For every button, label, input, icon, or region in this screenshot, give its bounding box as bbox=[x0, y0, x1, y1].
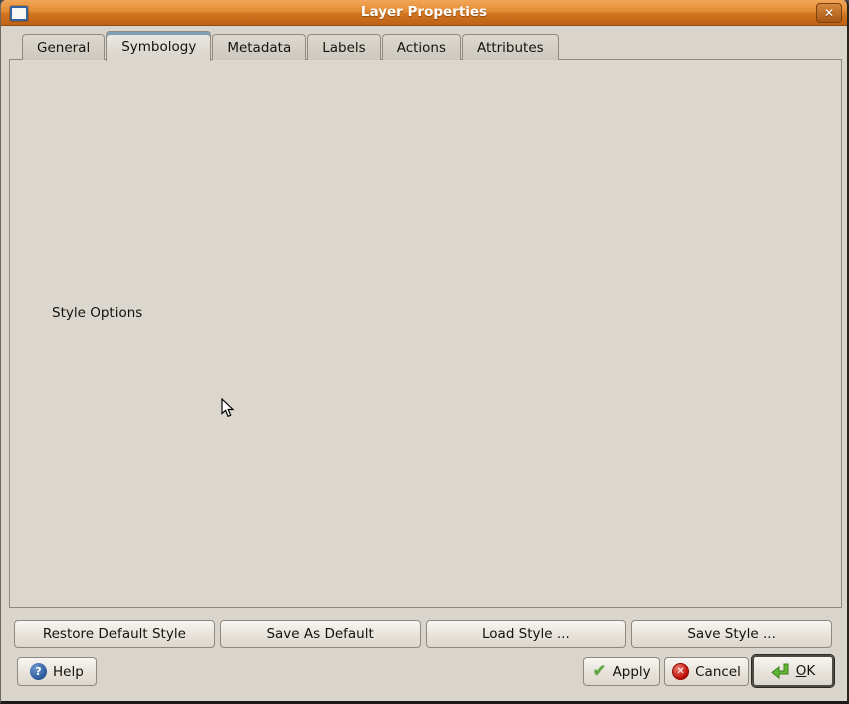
help-button-label: Help bbox=[53, 664, 84, 680]
layer-properties-dialog: Layer Properties ✕ General Symbology Met… bbox=[0, 0, 849, 704]
apply-button[interactable]: ✔ Apply bbox=[583, 657, 660, 686]
enter-arrow-icon bbox=[771, 663, 790, 679]
titlebar[interactable]: Layer Properties ✕ bbox=[1, 0, 847, 26]
check-icon: ✔ bbox=[592, 663, 606, 680]
window-title: Layer Properties bbox=[1, 0, 847, 26]
help-button[interactable]: ? Help bbox=[17, 657, 97, 686]
ok-button-label: OK bbox=[796, 663, 816, 679]
style-buttons-row: Restore Default Style Save As Default Lo… bbox=[14, 620, 832, 648]
cancel-icon: ✕ bbox=[672, 663, 689, 680]
close-icon[interactable]: ✕ bbox=[816, 3, 842, 23]
style-options-title: Style Options bbox=[47, 305, 147, 321]
tab-metadata[interactable]: Metadata bbox=[212, 34, 306, 60]
apply-button-label: Apply bbox=[613, 664, 651, 680]
ok-button[interactable]: OK bbox=[752, 655, 834, 687]
tab-actions[interactable]: Actions bbox=[382, 34, 461, 60]
mouse-cursor bbox=[221, 398, 235, 423]
load-style-button[interactable]: Load Style ... bbox=[426, 620, 627, 648]
restore-default-style-button[interactable]: Restore Default Style bbox=[14, 620, 215, 648]
help-icon: ? bbox=[30, 663, 47, 680]
save-style-button[interactable]: Save Style ... bbox=[631, 620, 832, 648]
save-as-default-button[interactable]: Save As Default bbox=[220, 620, 421, 648]
symbology-panel bbox=[9, 59, 842, 608]
tab-attributes[interactable]: Attributes bbox=[462, 34, 559, 60]
cancel-button-label: Cancel bbox=[695, 664, 741, 680]
cancel-button[interactable]: ✕ Cancel bbox=[664, 657, 749, 686]
tab-general[interactable]: General bbox=[22, 34, 105, 60]
tab-symbology[interactable]: Symbology bbox=[106, 31, 211, 61]
tab-bar: General Symbology Metadata Labels Action… bbox=[22, 30, 560, 60]
tab-labels[interactable]: Labels bbox=[307, 34, 380, 60]
